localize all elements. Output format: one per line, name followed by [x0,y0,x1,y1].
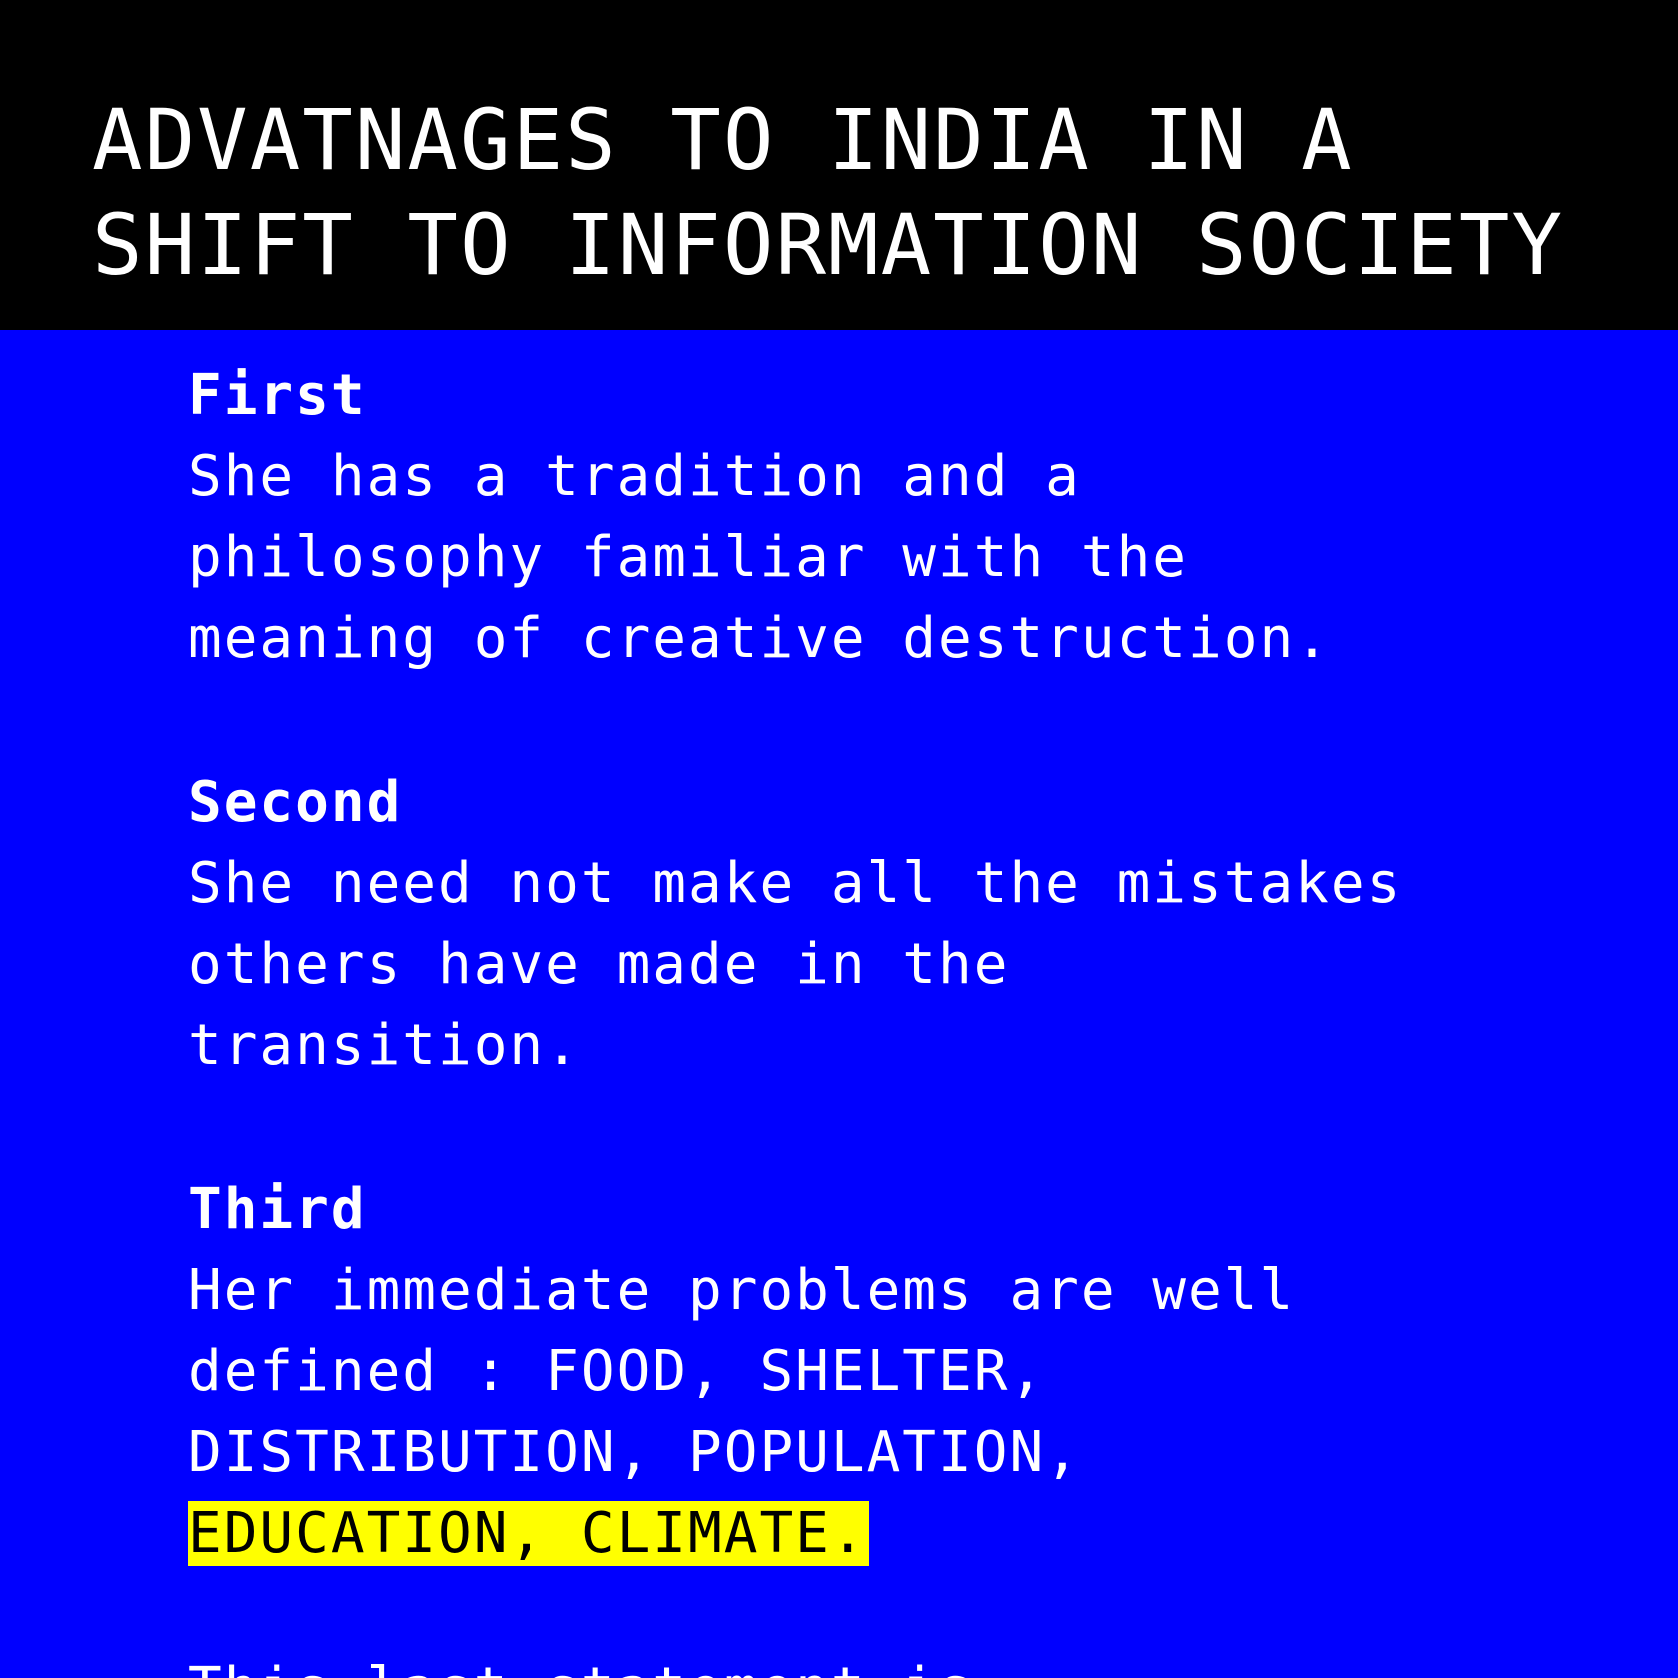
highlighted-line-wrapper: EDUCATION, CLIMATE. [188,1493,1628,1574]
section-heading: Second [188,770,403,835]
slide: ADVATNAGES TO INDIA IN A SHIFT TO INFORM… [0,0,1678,1678]
body-line: transition. [188,1013,581,1078]
content-area: First She has a tradition and a philosop… [188,356,1628,1658]
section-third: Third Her immediate problems are well de… [188,1170,1628,1574]
title-line-1: ADVATNAGES TO INDIA IN A [92,91,1354,189]
title-banner: ADVATNAGES TO INDIA IN A SHIFT TO INFORM… [0,0,1678,330]
body-line: Her immediate problems are well [188,1258,1296,1323]
title-line-2: SHIFT TO INFORMATION SOCIETY [92,196,1565,294]
body-line: She need not make all the mistakes [188,851,1403,916]
body-line: meaning of creative destruction. [188,606,1331,671]
section-second: Second She need not make all the mistake… [188,763,1628,1086]
section-body: Her immediate problems are well defined … [188,1250,1628,1574]
body-line: DISTRIBUTION, POPULATION, [188,1420,1081,1485]
section-heading: First [188,363,367,428]
section-first: First She has a tradition and a philosop… [188,356,1628,679]
body-line: others have made in the [188,932,1010,997]
cut-off-text-line: This last statement is [188,1648,974,1678]
body-line: She has a tradition and a [188,444,1081,509]
page-title: ADVATNAGES TO INDIA IN A SHIFT TO INFORM… [92,88,1564,298]
section-body: She need not make all the mistakes other… [188,843,1628,1086]
body-line: defined : FOOD, SHELTER, [188,1339,1046,1404]
section-body: She has a tradition and a philosophy fam… [188,436,1628,679]
section-heading: Third [188,1177,367,1242]
body-line: philosophy familiar with the [188,525,1189,590]
highlighted-text: EDUCATION, CLIMATE. [188,1501,869,1566]
